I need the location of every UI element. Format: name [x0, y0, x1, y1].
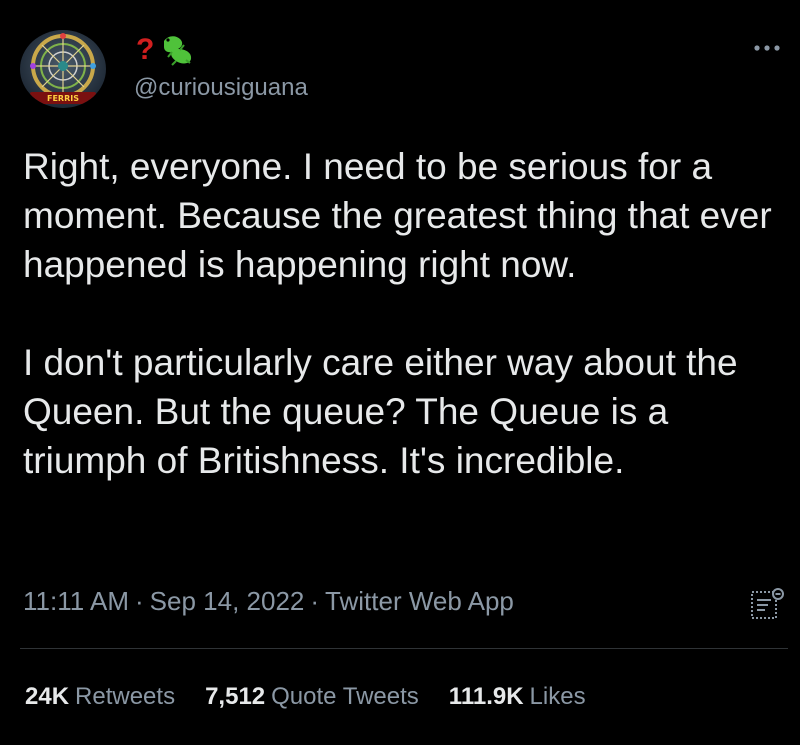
svg-text:FERRIS: FERRIS: [47, 94, 79, 103]
avatar[interactable]: FERRIS: [20, 30, 106, 108]
retweets-count: 24K: [25, 683, 70, 710]
tweet-time[interactable]: 11:11 AM: [23, 586, 129, 616]
retweets-stat[interactable]: 24K Retweets: [25, 683, 175, 711]
tweet-text: Right, everyone. I need to be serious fo…: [23, 142, 791, 485]
quote-tweets-stat[interactable]: 7,512 Quote Tweets: [205, 683, 419, 711]
likes-label: Likes: [529, 683, 586, 710]
tweet-date[interactable]: Sep 14, 2022: [150, 586, 305, 616]
quote-tweets-label: Quote Tweets: [271, 683, 419, 710]
more-icon: [754, 45, 780, 51]
lizard-icon: [164, 36, 192, 66]
tweet-detail: FERRIS ? @curiousiguana Right, everyone.…: [0, 0, 800, 745]
ferris-wheel-icon: FERRIS: [20, 30, 106, 108]
likes-stat[interactable]: 111.9K Likes: [449, 683, 586, 711]
retweets-label: Retweets: [75, 683, 176, 710]
likes-count: 111.9K: [448, 683, 524, 710]
quote-tweets-count: 7,512: [205, 683, 266, 710]
analytics-icon: [751, 588, 784, 619]
separator: ·: [310, 586, 320, 616]
tweet-source[interactable]: Twitter Web App: [325, 586, 514, 616]
user-handle[interactable]: @curiousiguana: [134, 74, 308, 102]
tweet-metadata: 11:11 AM · Sep 14, 2022 · Twitter Web App: [23, 586, 514, 617]
display-name[interactable]: ?: [136, 32, 196, 68]
tweet-paragraph: I don't particularly care either way abo…: [23, 342, 738, 481]
question-mark-emoji: ?: [136, 33, 155, 66]
analytics-button[interactable]: [748, 586, 788, 622]
tweet-paragraph: Right, everyone. I need to be serious fo…: [23, 146, 772, 285]
separator: ·: [135, 586, 144, 616]
tweet-stats: 24K Retweets 7,512 Quote Tweets 111.9K Like…: [25, 683, 586, 711]
more-options-button[interactable]: [750, 36, 784, 60]
divider: [20, 648, 788, 649]
